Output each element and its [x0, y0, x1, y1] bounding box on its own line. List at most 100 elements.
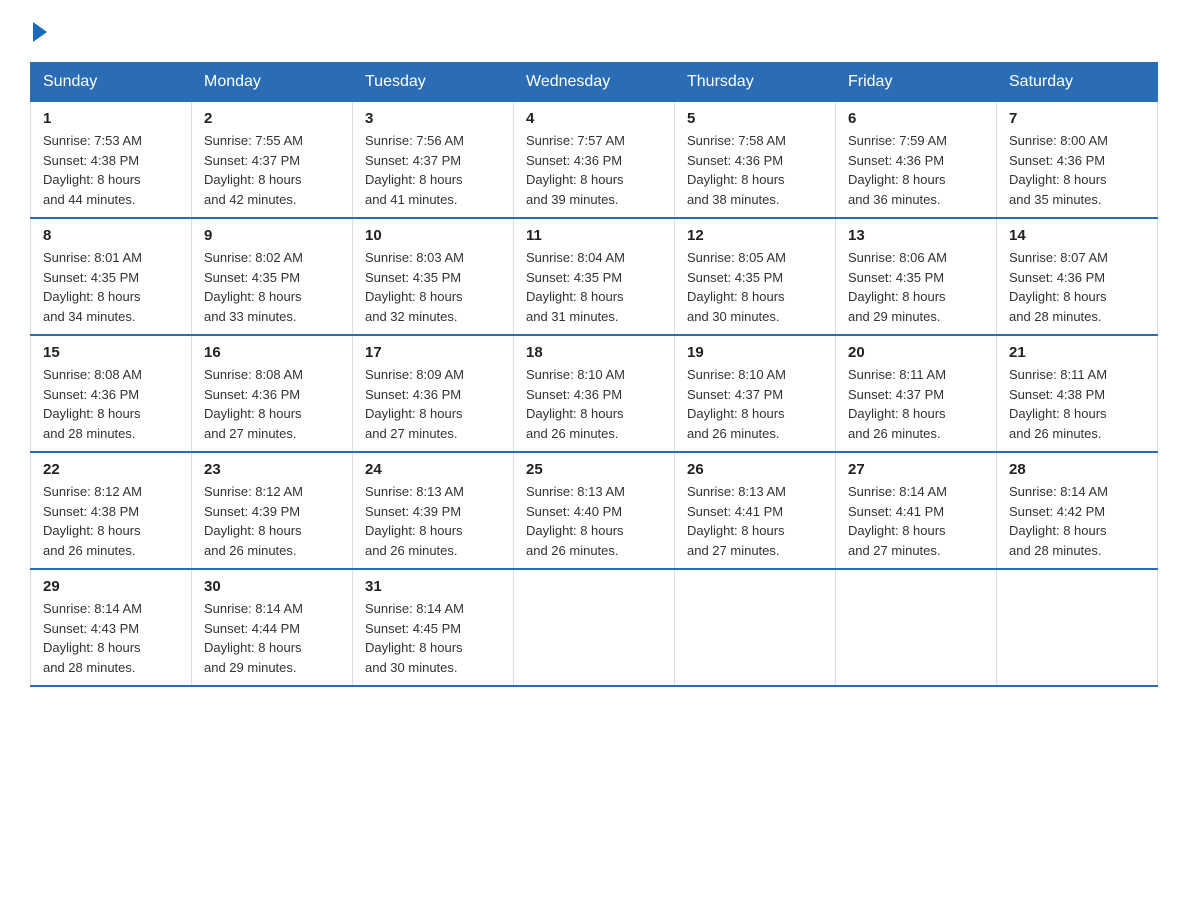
day-info: Sunrise: 8:03 AM Sunset: 4:35 PM Dayligh… — [365, 248, 501, 326]
calendar-cell: 14 Sunrise: 8:07 AM Sunset: 4:36 PM Dayl… — [997, 218, 1158, 335]
calendar-cell: 9 Sunrise: 8:02 AM Sunset: 4:35 PM Dayli… — [192, 218, 353, 335]
day-info: Sunrise: 7:57 AM Sunset: 4:36 PM Dayligh… — [526, 131, 662, 209]
calendar-cell: 11 Sunrise: 8:04 AM Sunset: 4:35 PM Dayl… — [514, 218, 675, 335]
day-info: Sunrise: 8:09 AM Sunset: 4:36 PM Dayligh… — [365, 365, 501, 443]
day-info: Sunrise: 8:10 AM Sunset: 4:37 PM Dayligh… — [687, 365, 823, 443]
weekday-header-thursday: Thursday — [675, 63, 836, 102]
day-info: Sunrise: 8:12 AM Sunset: 4:38 PM Dayligh… — [43, 482, 179, 560]
day-number: 26 — [687, 461, 823, 478]
calendar-cell: 1 Sunrise: 7:53 AM Sunset: 4:38 PM Dayli… — [31, 102, 192, 219]
weekday-header-saturday: Saturday — [997, 63, 1158, 102]
logo-arrow-icon — [33, 22, 47, 42]
calendar-week-3: 15 Sunrise: 8:08 AM Sunset: 4:36 PM Dayl… — [31, 335, 1158, 452]
day-number: 25 — [526, 461, 662, 478]
day-number: 27 — [848, 461, 984, 478]
calendar-cell: 24 Sunrise: 8:13 AM Sunset: 4:39 PM Dayl… — [353, 452, 514, 569]
day-number: 5 — [687, 110, 823, 127]
calendar-cell: 18 Sunrise: 8:10 AM Sunset: 4:36 PM Dayl… — [514, 335, 675, 452]
calendar-cell: 5 Sunrise: 7:58 AM Sunset: 4:36 PM Dayli… — [675, 102, 836, 219]
calendar-cell — [997, 569, 1158, 686]
day-info: Sunrise: 8:14 AM Sunset: 4:45 PM Dayligh… — [365, 599, 501, 677]
calendar-cell: 28 Sunrise: 8:14 AM Sunset: 4:42 PM Dayl… — [997, 452, 1158, 569]
calendar-cell: 29 Sunrise: 8:14 AM Sunset: 4:43 PM Dayl… — [31, 569, 192, 686]
day-number: 20 — [848, 344, 984, 361]
calendar-body: 1 Sunrise: 7:53 AM Sunset: 4:38 PM Dayli… — [31, 102, 1158, 687]
day-number: 6 — [848, 110, 984, 127]
day-info: Sunrise: 7:53 AM Sunset: 4:38 PM Dayligh… — [43, 131, 179, 209]
calendar-week-1: 1 Sunrise: 7:53 AM Sunset: 4:38 PM Dayli… — [31, 102, 1158, 219]
calendar-cell — [514, 569, 675, 686]
calendar-header: SundayMondayTuesdayWednesdayThursdayFrid… — [31, 63, 1158, 102]
day-number: 14 — [1009, 227, 1145, 244]
day-info: Sunrise: 8:13 AM Sunset: 4:39 PM Dayligh… — [365, 482, 501, 560]
calendar-cell: 8 Sunrise: 8:01 AM Sunset: 4:35 PM Dayli… — [31, 218, 192, 335]
day-info: Sunrise: 7:58 AM Sunset: 4:36 PM Dayligh… — [687, 131, 823, 209]
weekday-header-monday: Monday — [192, 63, 353, 102]
calendar-cell: 4 Sunrise: 7:57 AM Sunset: 4:36 PM Dayli… — [514, 102, 675, 219]
day-info: Sunrise: 8:02 AM Sunset: 4:35 PM Dayligh… — [204, 248, 340, 326]
day-number: 28 — [1009, 461, 1145, 478]
calendar-cell: 31 Sunrise: 8:14 AM Sunset: 4:45 PM Dayl… — [353, 569, 514, 686]
calendar-week-2: 8 Sunrise: 8:01 AM Sunset: 4:35 PM Dayli… — [31, 218, 1158, 335]
day-number: 13 — [848, 227, 984, 244]
day-number: 2 — [204, 110, 340, 127]
day-number: 21 — [1009, 344, 1145, 361]
calendar-week-5: 29 Sunrise: 8:14 AM Sunset: 4:43 PM Dayl… — [31, 569, 1158, 686]
day-info: Sunrise: 8:07 AM Sunset: 4:36 PM Dayligh… — [1009, 248, 1145, 326]
day-number: 18 — [526, 344, 662, 361]
day-number: 17 — [365, 344, 501, 361]
weekday-header-sunday: Sunday — [31, 63, 192, 102]
day-info: Sunrise: 8:11 AM Sunset: 4:37 PM Dayligh… — [848, 365, 984, 443]
calendar-week-4: 22 Sunrise: 8:12 AM Sunset: 4:38 PM Dayl… — [31, 452, 1158, 569]
calendar-cell: 19 Sunrise: 8:10 AM Sunset: 4:37 PM Dayl… — [675, 335, 836, 452]
day-info: Sunrise: 8:14 AM Sunset: 4:42 PM Dayligh… — [1009, 482, 1145, 560]
day-number: 16 — [204, 344, 340, 361]
day-number: 31 — [365, 578, 501, 595]
calendar-table: SundayMondayTuesdayWednesdayThursdayFrid… — [30, 62, 1158, 687]
day-number: 29 — [43, 578, 179, 595]
day-number: 10 — [365, 227, 501, 244]
day-info: Sunrise: 8:00 AM Sunset: 4:36 PM Dayligh… — [1009, 131, 1145, 209]
day-info: Sunrise: 8:05 AM Sunset: 4:35 PM Dayligh… — [687, 248, 823, 326]
calendar-cell: 17 Sunrise: 8:09 AM Sunset: 4:36 PM Dayl… — [353, 335, 514, 452]
calendar-cell: 6 Sunrise: 7:59 AM Sunset: 4:36 PM Dayli… — [836, 102, 997, 219]
calendar-cell: 25 Sunrise: 8:13 AM Sunset: 4:40 PM Dayl… — [514, 452, 675, 569]
day-number: 19 — [687, 344, 823, 361]
day-number: 24 — [365, 461, 501, 478]
day-info: Sunrise: 8:04 AM Sunset: 4:35 PM Dayligh… — [526, 248, 662, 326]
calendar-cell: 13 Sunrise: 8:06 AM Sunset: 4:35 PM Dayl… — [836, 218, 997, 335]
day-info: Sunrise: 8:01 AM Sunset: 4:35 PM Dayligh… — [43, 248, 179, 326]
page-header — [30, 20, 1158, 42]
day-number: 11 — [526, 227, 662, 244]
day-info: Sunrise: 8:10 AM Sunset: 4:36 PM Dayligh… — [526, 365, 662, 443]
calendar-cell: 27 Sunrise: 8:14 AM Sunset: 4:41 PM Dayl… — [836, 452, 997, 569]
day-info: Sunrise: 8:08 AM Sunset: 4:36 PM Dayligh… — [204, 365, 340, 443]
calendar-cell: 3 Sunrise: 7:56 AM Sunset: 4:37 PM Dayli… — [353, 102, 514, 219]
day-number: 12 — [687, 227, 823, 244]
weekday-header-wednesday: Wednesday — [514, 63, 675, 102]
day-number: 30 — [204, 578, 340, 595]
calendar-cell: 23 Sunrise: 8:12 AM Sunset: 4:39 PM Dayl… — [192, 452, 353, 569]
calendar-cell — [836, 569, 997, 686]
day-info: Sunrise: 8:12 AM Sunset: 4:39 PM Dayligh… — [204, 482, 340, 560]
calendar-cell: 7 Sunrise: 8:00 AM Sunset: 4:36 PM Dayli… — [997, 102, 1158, 219]
day-info: Sunrise: 8:14 AM Sunset: 4:44 PM Dayligh… — [204, 599, 340, 677]
calendar-cell — [675, 569, 836, 686]
day-number: 1 — [43, 110, 179, 127]
day-info: Sunrise: 8:06 AM Sunset: 4:35 PM Dayligh… — [848, 248, 984, 326]
calendar-cell: 10 Sunrise: 8:03 AM Sunset: 4:35 PM Dayl… — [353, 218, 514, 335]
calendar-cell: 2 Sunrise: 7:55 AM Sunset: 4:37 PM Dayli… — [192, 102, 353, 219]
day-info: Sunrise: 8:11 AM Sunset: 4:38 PM Dayligh… — [1009, 365, 1145, 443]
day-info: Sunrise: 8:13 AM Sunset: 4:40 PM Dayligh… — [526, 482, 662, 560]
day-number: 8 — [43, 227, 179, 244]
day-info: Sunrise: 8:13 AM Sunset: 4:41 PM Dayligh… — [687, 482, 823, 560]
day-number: 7 — [1009, 110, 1145, 127]
day-info: Sunrise: 8:08 AM Sunset: 4:36 PM Dayligh… — [43, 365, 179, 443]
day-number: 9 — [204, 227, 340, 244]
day-number: 3 — [365, 110, 501, 127]
logo — [30, 20, 47, 42]
calendar-cell: 20 Sunrise: 8:11 AM Sunset: 4:37 PM Dayl… — [836, 335, 997, 452]
day-info: Sunrise: 8:14 AM Sunset: 4:41 PM Dayligh… — [848, 482, 984, 560]
logo-top — [30, 20, 47, 42]
day-info: Sunrise: 8:14 AM Sunset: 4:43 PM Dayligh… — [43, 599, 179, 677]
